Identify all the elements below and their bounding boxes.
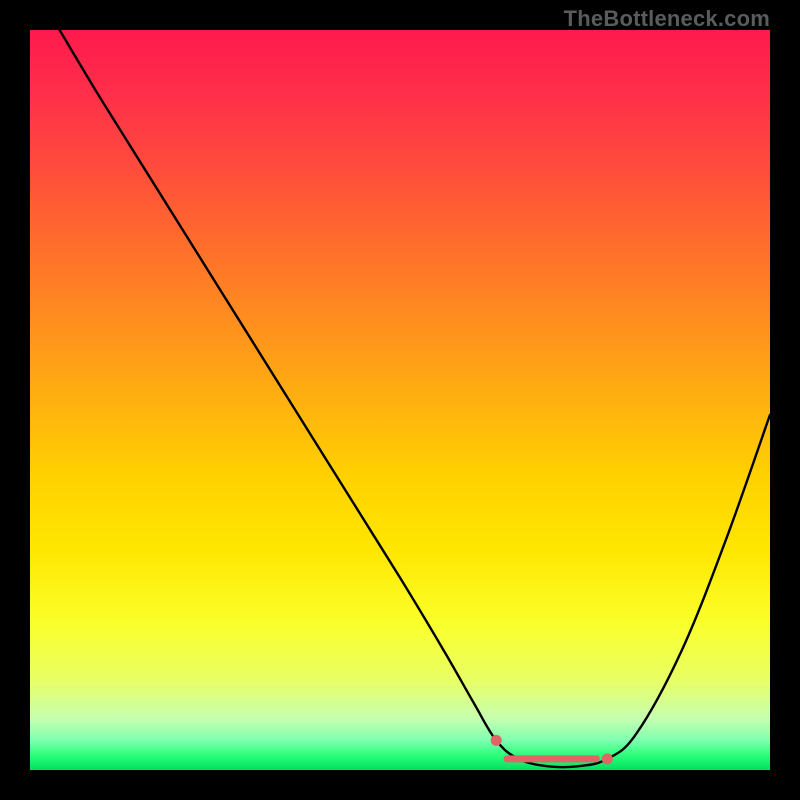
valley-dot-right — [602, 753, 613, 764]
chart-frame: TheBottleneck.com — [0, 0, 800, 800]
curve-layer — [30, 30, 770, 770]
bottleneck-curve — [60, 30, 770, 767]
valley-band — [504, 755, 600, 762]
watermark-text: TheBottleneck.com — [564, 6, 770, 32]
valley-dot-left — [491, 735, 502, 746]
gradient-plot-area — [30, 30, 770, 770]
